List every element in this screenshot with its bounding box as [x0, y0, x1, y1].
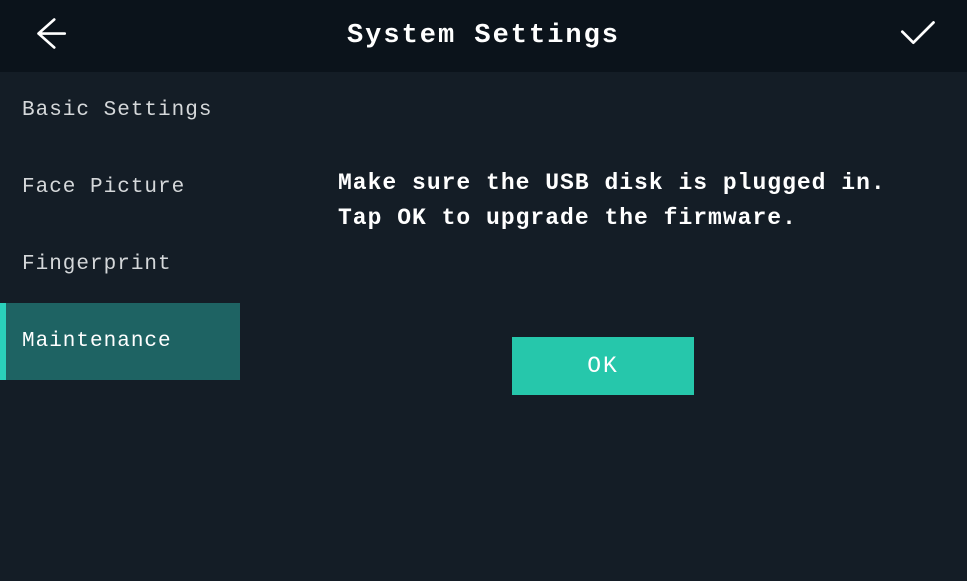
ok-button[interactable]: OK	[512, 337, 694, 395]
firmware-upgrade-message: Make sure the USB disk is plugged in. Ta…	[338, 166, 927, 235]
sidebar-item-fingerprint[interactable]: Fingerprint	[0, 226, 240, 303]
sidebar-item-label: Face Picture	[22, 176, 185, 199]
header-bar: System Settings	[0, 0, 967, 72]
sidebar-item-label: Fingerprint	[22, 253, 172, 276]
check-icon	[895, 12, 939, 61]
page-title: System Settings	[347, 21, 620, 51]
back-button[interactable]	[28, 13, 70, 60]
sidebar-item-label: Basic Settings	[22, 99, 212, 122]
sidebar-item-basic-settings[interactable]: Basic Settings	[0, 72, 240, 149]
sidebar: Basic Settings Face Picture Fingerprint …	[0, 72, 240, 581]
sidebar-item-face-picture[interactable]: Face Picture	[0, 149, 240, 226]
arrow-left-icon	[28, 13, 70, 60]
content-area: Basic Settings Face Picture Fingerprint …	[0, 72, 967, 581]
sidebar-item-maintenance[interactable]: Maintenance	[0, 303, 240, 380]
confirm-button[interactable]	[895, 12, 939, 61]
main-panel: Make sure the USB disk is plugged in. Ta…	[240, 72, 967, 581]
sidebar-item-label: Maintenance	[22, 330, 172, 353]
